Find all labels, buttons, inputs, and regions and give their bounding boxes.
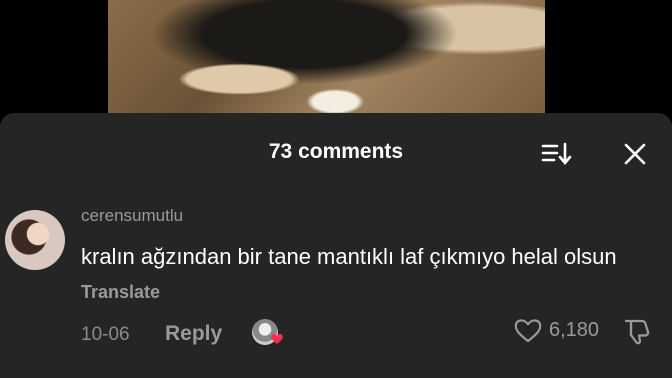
like-button[interactable] — [513, 316, 543, 344]
sort-button[interactable] — [540, 140, 574, 168]
like-count: 6,180 — [549, 319, 600, 341]
comment-body: kralın ağzından bir tane mantıklı laf çı… — [81, 240, 651, 309]
comment-date: 10-06 — [81, 324, 130, 345]
video-thumbnail[interactable] — [108, 0, 545, 113]
comment-username[interactable]: cerensumutlu — [81, 206, 183, 226]
reply-button[interactable]: Reply — [165, 322, 222, 346]
heart-badge-icon — [271, 334, 283, 344]
translate-link[interactable]: Translate — [81, 282, 160, 302]
close-icon — [624, 143, 646, 165]
avatar[interactable] — [5, 210, 65, 270]
sort-icon — [541, 142, 572, 166]
heart-icon — [514, 319, 542, 343]
comment-text: kralın ağzından bir tane mantıklı laf çı… — [81, 244, 617, 269]
close-button[interactable] — [620, 139, 650, 169]
thumbs-down-icon — [624, 319, 650, 345]
dislike-button[interactable] — [622, 316, 652, 346]
